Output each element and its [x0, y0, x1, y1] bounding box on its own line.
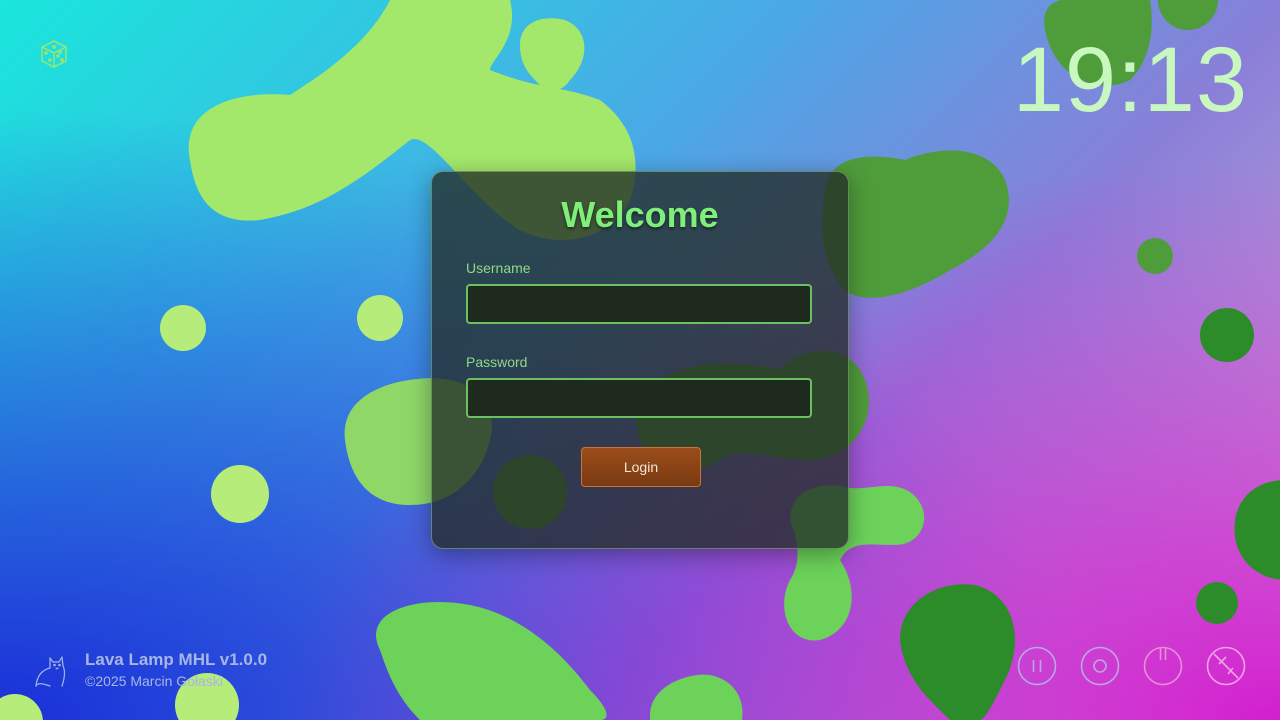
- app-name: Lava Lamp MHL v1.0.0: [85, 649, 268, 669]
- no-sleep-button[interactable]: [1206, 646, 1246, 686]
- username-input[interactable]: [466, 284, 812, 324]
- login-panel: Welcome Username Password Login: [431, 171, 849, 549]
- welcome-title: Welcome: [561, 194, 719, 235]
- record-button[interactable]: [1080, 646, 1120, 686]
- username-label: Username: [466, 260, 531, 276]
- record-icon: [1080, 646, 1120, 686]
- clock-time: 19:13: [1012, 29, 1248, 131]
- copyright-text: ©2025 Marcin Gołaski: [85, 672, 223, 689]
- pause-button[interactable]: [1017, 646, 1057, 686]
- dice-icon[interactable]: [38, 38, 70, 70]
- password-input[interactable]: [466, 378, 812, 418]
- pause-icon: [1017, 646, 1057, 686]
- power-button[interactable]: [1143, 646, 1183, 686]
- password-label: Password: [466, 354, 528, 370]
- cat-icon: [35, 656, 66, 687]
- no-sleep-icon: [1206, 646, 1246, 686]
- login-button[interactable]: Login: [581, 447, 701, 487]
- app-footer: Lava Lamp MHL v1.0.0 ©2025 Marcin Gołask…: [32, 648, 267, 690]
- power-icon: [1143, 646, 1183, 686]
